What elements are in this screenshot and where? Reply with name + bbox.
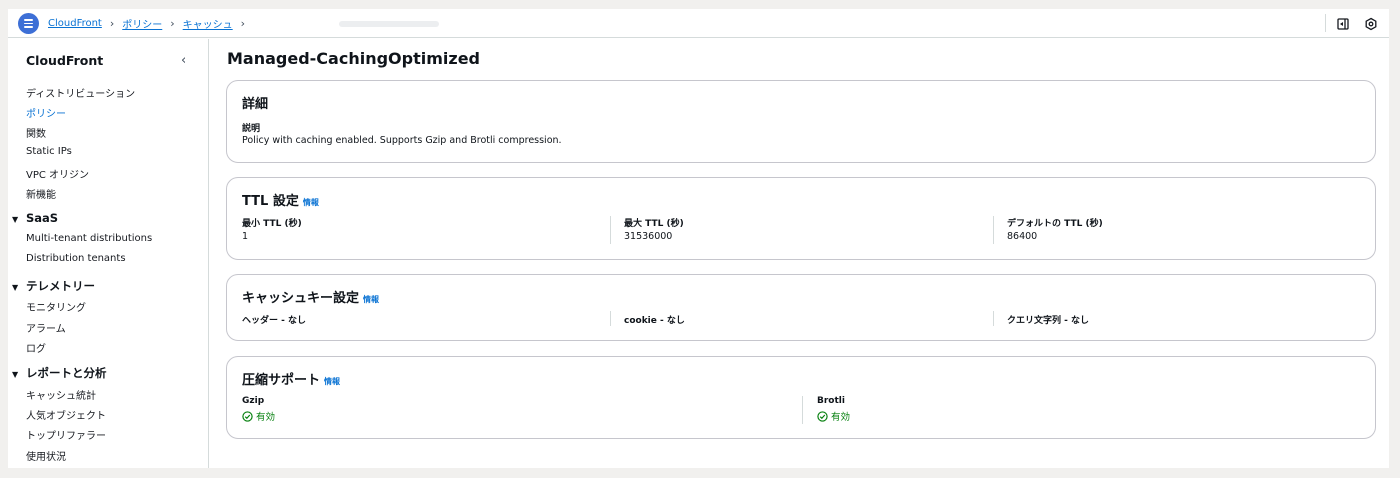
column-divider	[993, 311, 994, 326]
brotli-status: 有効	[817, 409, 850, 423]
sidebar-item-logs[interactable]: ログ	[26, 340, 46, 355]
chevron-right-icon: ›	[109, 17, 115, 30]
ttl-title: TTL 設定 情報	[242, 194, 319, 209]
column-divider	[610, 311, 611, 326]
sidebar-item-vpc-origins[interactable]: VPC オリジン	[26, 166, 89, 181]
info-link[interactable]: 情報	[363, 295, 379, 304]
panel-toggle-icon[interactable]	[1336, 17, 1350, 31]
caret-down-icon: ▼	[12, 215, 19, 224]
min-ttl-value: 1	[242, 231, 249, 242]
details-title: 詳細	[242, 97, 269, 112]
sidebar-item-distribution-tenants[interactable]: Distribution tenants	[26, 253, 126, 264]
check-circle-icon	[817, 410, 828, 422]
top-navigation: CloudFront › ポリシー › キャッシュ ›	[8, 9, 1389, 38]
sidebar-item-cache-stats[interactable]: キャッシュ統計	[26, 387, 96, 402]
sidebar-item-whats-new[interactable]: 新機能	[26, 186, 56, 201]
sidebar-group-telemetry[interactable]: ▼ テレメトリー	[12, 278, 95, 294]
caret-down-icon: ▼	[12, 283, 19, 292]
menu-icon[interactable]	[18, 13, 39, 34]
sidebar-item-alarms[interactable]: アラーム	[26, 320, 66, 335]
side-navigation: CloudFront ‹ ディストリビューション ポリシー 関数 Static …	[8, 39, 209, 468]
info-link[interactable]: 情報	[324, 377, 340, 386]
sidebar-group-reports[interactable]: ▼ レポートと分析	[12, 365, 107, 381]
toolbar-divider	[1325, 14, 1326, 32]
redacted-breadcrumb	[339, 20, 440, 27]
sidebar-group-saas[interactable]: ▼ SaaS	[12, 211, 58, 225]
query-string-setting: クエリ文字列 - なし	[1007, 316, 1090, 326]
cookies-setting: cookie - なし	[624, 316, 685, 326]
gzip-status: 有効	[242, 409, 275, 423]
max-ttl-value: 31536000	[624, 231, 673, 242]
check-circle-icon	[242, 410, 253, 422]
settings-icon[interactable]	[1364, 17, 1378, 31]
sidebar-item-multi-tenant[interactable]: Multi-tenant distributions	[26, 233, 152, 244]
breadcrumb-cache[interactable]: キャッシュ	[183, 16, 233, 31]
breadcrumb-policies[interactable]: ポリシー	[122, 16, 162, 31]
details-container: 詳細 説明 Policy with caching enabled. Suppo…	[226, 80, 1376, 163]
ttl-settings-container: TTL 設定 情報 最小 TTL (秒) 1 最大 TTL (秒) 3153600…	[226, 177, 1376, 260]
breadcrumb: CloudFront › ポリシー › キャッシュ ›	[48, 9, 440, 38]
headers-setting: ヘッダー - なし	[242, 316, 307, 326]
compression-container: 圧縮サポート 情報 Gzip 有効 Brotli 有効	[226, 356, 1376, 439]
min-ttl-label: 最小 TTL (秒)	[242, 219, 302, 229]
sidebar-item-static-ips[interactable]: Static IPs	[26, 146, 72, 157]
column-divider	[993, 216, 994, 244]
sidebar-item-popular-objects[interactable]: 人気オブジェクト	[26, 407, 106, 422]
cache-key-container: キャッシュキー設定 情報 ヘッダー - なし cookie - なし クエリ文字列…	[226, 274, 1376, 341]
sidebar-item-monitoring[interactable]: モニタリング	[26, 299, 86, 314]
page-title: Managed-CachingOptimized	[227, 49, 481, 68]
sidebar-item-policies[interactable]: ポリシー	[26, 105, 66, 120]
chevron-right-icon: ›	[170, 17, 175, 30]
column-divider	[802, 396, 803, 424]
info-link[interactable]: 情報	[303, 198, 319, 207]
max-ttl-label: 最大 TTL (秒)	[624, 219, 684, 229]
sidebar-title[interactable]: CloudFront	[26, 53, 103, 68]
compression-title: 圧縮サポート 情報	[242, 373, 341, 388]
cache-key-title: キャッシュキー設定 情報	[242, 291, 380, 306]
column-divider	[610, 216, 611, 244]
sidebar-item-functions[interactable]: 関数	[26, 125, 46, 140]
sidebar-item-top-referrers[interactable]: トップリファラー	[26, 427, 106, 442]
chevron-right-icon: ›	[240, 17, 246, 30]
default-ttl-value: 86400	[1007, 231, 1038, 242]
sidebar-item-usage[interactable]: 使用状況	[26, 448, 66, 463]
caret-down-icon: ▼	[12, 370, 19, 379]
default-ttl-label: デフォルトの TTL (秒)	[1007, 219, 1103, 229]
app-window: CloudFront › ポリシー › キャッシュ › CloudFront ‹…	[8, 9, 1389, 468]
sidebar-item-distributions[interactable]: ディストリビューション	[26, 85, 135, 100]
gzip-label: Gzip	[242, 396, 265, 406]
description-value: Policy with caching enabled. Supports Gz…	[242, 135, 562, 146]
description-label: 説明	[242, 124, 261, 134]
breadcrumb-cloudfront[interactable]: CloudFront	[48, 18, 102, 29]
brotli-label: Brotli	[817, 396, 845, 406]
collapse-sidebar-icon[interactable]: ‹	[181, 53, 186, 68]
